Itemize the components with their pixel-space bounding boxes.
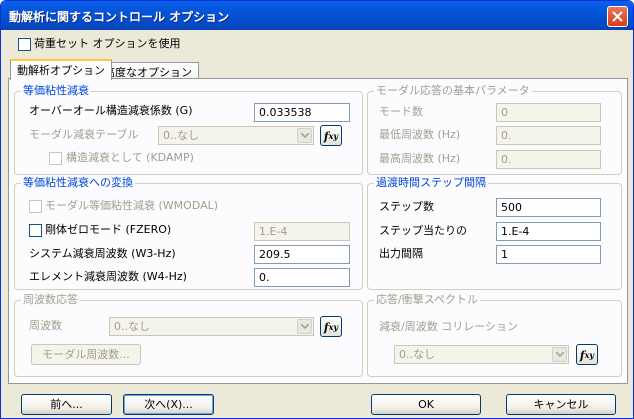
steps-label: ステップ数 xyxy=(379,200,434,213)
fxy-function-button[interactable]: f xy xyxy=(320,125,342,146)
group-title: 過渡時間ステップ間隔 xyxy=(374,176,488,190)
output-interval-label: 出力間隔 xyxy=(379,247,423,260)
min-freq-label: 最低周波数 (Hz) xyxy=(379,128,461,141)
steps-input[interactable]: 500 xyxy=(496,198,601,217)
frequency-label: 周波数 xyxy=(29,319,62,332)
overall-damping-input[interactable]: 0.033538 xyxy=(254,103,350,122)
chevron-down-icon xyxy=(297,319,312,334)
tab-panel: 等価粘性減衰 オーバーオール構造減衰係数 (G) 0.033538 モーダル減衰… xyxy=(8,78,628,384)
group-title: モーダル応答の基本パラメータ xyxy=(374,84,532,98)
kdamp-label: 構造減衰として (KDAMP) xyxy=(66,151,194,164)
kdamp-checkbox[interactable] xyxy=(49,152,62,165)
dialog-window: 動解析に関するコントロール オプション 荷重セット オプションを使用 動解析オプ… xyxy=(0,0,634,419)
tab-dynamic-options[interactable]: 動解析オプション xyxy=(10,59,112,80)
title-bar[interactable]: 動解析に関するコントロール オプション xyxy=(1,1,633,30)
w4-label: エレメント減衰周波数 (W4-Hz) xyxy=(29,270,187,283)
next-button[interactable]: 次へ(X)... xyxy=(123,394,214,415)
output-interval-input[interactable]: 1 xyxy=(496,245,601,264)
modal-frequency-button[interactable]: モーダル周波数... xyxy=(31,344,141,365)
correlation-select[interactable]: 0..なし xyxy=(394,345,569,364)
wmodal-checkbox[interactable] xyxy=(29,200,42,213)
chevron-down-icon xyxy=(552,347,567,362)
chevron-down-icon xyxy=(297,128,312,143)
w4-input[interactable]: 0. xyxy=(254,268,350,287)
mode-count-label: モード数 xyxy=(379,105,423,118)
group-title: 等価粘性減衰への変換 xyxy=(21,176,135,190)
load-set-option-checkbox[interactable] xyxy=(18,38,31,51)
group-title: 等価粘性減衰 xyxy=(21,84,91,98)
ok-button[interactable]: OK xyxy=(371,394,481,415)
load-set-option-label: 荷重セット オプションを使用 xyxy=(34,37,181,50)
modal-damping-table-select[interactable]: 0..なし xyxy=(158,126,314,145)
select-value: 0..なし xyxy=(163,129,199,142)
fxy-function-button[interactable]: f xy xyxy=(576,344,598,365)
select-value: 0..なし xyxy=(114,320,150,333)
group-response-spectrum: 応答/衝撃スペクトル xyxy=(367,293,622,377)
fzero-checkbox[interactable] xyxy=(29,224,42,237)
mode-count-input[interactable]: 0 xyxy=(496,103,601,122)
wmodal-label: モーダル等価粘性減衰 (WMODAL) xyxy=(45,199,219,212)
close-button[interactable] xyxy=(607,6,628,27)
fzero-input[interactable]: 1.E-4 xyxy=(254,222,350,241)
min-freq-input[interactable]: 0. xyxy=(496,126,601,145)
fxy-function-button[interactable]: f xy xyxy=(320,316,342,337)
fzero-label: 剛体ゼロモード (FZERO) xyxy=(45,223,172,236)
max-freq-input[interactable]: 0. xyxy=(496,150,601,169)
per-step-label: ステップ当たりの xyxy=(379,224,467,237)
select-value: 0..なし xyxy=(399,348,435,361)
correlation-label: 減衰/周波数 コリレーション xyxy=(379,320,518,333)
cancel-button[interactable]: キャンセル xyxy=(506,394,616,415)
frequency-select[interactable]: 0..なし xyxy=(109,317,314,336)
group-title: 応答/衝撃スペクトル xyxy=(374,293,480,307)
w3-label: システム減衰周波数 (W3-Hz) xyxy=(29,247,176,260)
per-step-input[interactable]: 1.E-4 xyxy=(496,222,601,241)
window-title: 動解析に関するコントロール オプション xyxy=(9,10,230,24)
previous-button[interactable]: 前へ... xyxy=(21,394,112,415)
group-title: 周波数応答 xyxy=(21,293,80,307)
group-freq-response: 周波数応答 xyxy=(14,293,363,377)
max-freq-label: 最高周波数 (Hz) xyxy=(379,152,461,165)
w3-input[interactable]: 209.5 xyxy=(254,245,350,264)
overall-damping-label: オーバーオール構造減衰係数 (G) xyxy=(29,104,193,117)
close-icon xyxy=(612,11,623,22)
tab-label: 動解析オプション xyxy=(17,64,105,77)
modal-damping-table-label: モーダル減衰テーブル xyxy=(29,128,139,141)
